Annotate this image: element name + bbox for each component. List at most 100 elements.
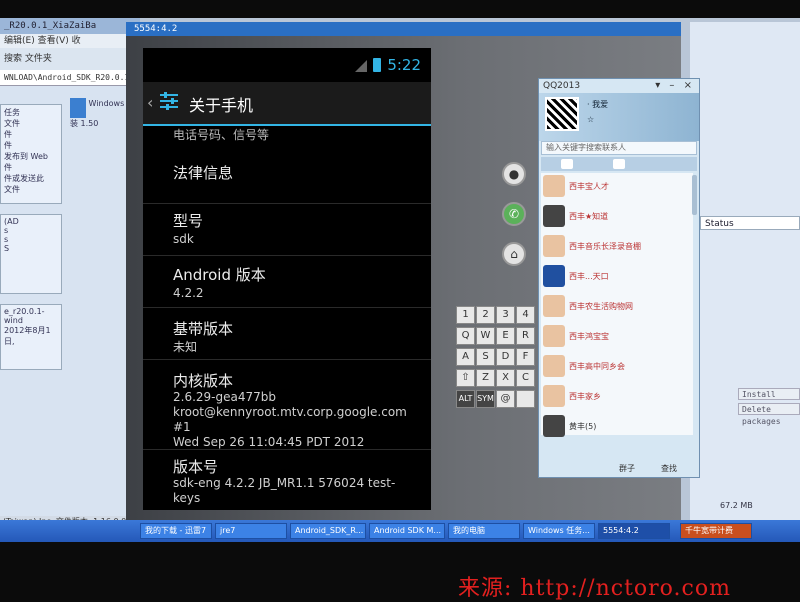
key[interactable] bbox=[516, 390, 535, 408]
qq-contact-list: 西丰宝人才 西丰★知道 西丰音乐长泽录音棚 西丰...天口 西丰农生活购物网 西… bbox=[541, 173, 693, 437]
sym-key[interactable]: SYM bbox=[476, 390, 495, 408]
tab-contacts[interactable] bbox=[561, 159, 573, 169]
key[interactable]: 1 bbox=[456, 306, 475, 324]
call-button[interactable]: ✆ bbox=[502, 202, 526, 226]
at-key[interactable]: @ bbox=[496, 390, 515, 408]
list-item[interactable]: 西丰★知道 bbox=[543, 203, 693, 233]
list-item[interactable]: 西丰...天口 bbox=[543, 263, 693, 293]
contact-name: 西丰★知道 bbox=[569, 212, 609, 221]
contact-name: 西丰...天口 bbox=[569, 272, 609, 281]
android-version-row[interactable]: Android 版本 4.2.2 bbox=[143, 256, 431, 308]
settings-icon[interactable] bbox=[157, 89, 181, 113]
row-title: 法律信息 bbox=[173, 164, 234, 182]
key[interactable]: C bbox=[516, 369, 535, 387]
panel-item[interactable]: 件 bbox=[4, 162, 58, 173]
qr-code-icon[interactable] bbox=[545, 97, 579, 131]
camera-button[interactable]: ● bbox=[502, 162, 526, 186]
key[interactable]: 3 bbox=[496, 306, 515, 324]
explorer-address-bar[interactable]: WNLOAD\Android_SDK_R20.0.1_XiaZaiBa bbox=[0, 70, 173, 86]
panel-item[interactable]: 文件 bbox=[4, 118, 58, 129]
taskbar-item[interactable]: jre7 bbox=[215, 523, 287, 539]
status-info-row[interactable]: 电话号码、信号等 bbox=[173, 126, 269, 143]
panel-item[interactable]: s bbox=[4, 226, 58, 235]
key[interactable]: Z bbox=[476, 369, 495, 387]
emulator-keyboard: 1234 QWER ASDF ⇧ Z X C ALT SYM @ bbox=[456, 306, 540, 411]
qq-title: QQ2013 bbox=[543, 81, 581, 91]
key[interactable]: R bbox=[516, 327, 535, 345]
taskbar-item[interactable]: 我的下载 - 迅雷7 bbox=[140, 523, 212, 539]
key[interactable]: A bbox=[456, 348, 475, 366]
row-title: 内核版本 bbox=[173, 372, 234, 390]
key[interactable]: E bbox=[496, 327, 515, 345]
row-summary: 未知 bbox=[173, 340, 198, 354]
panel-item[interactable]: 发布到 Web bbox=[4, 151, 58, 162]
home-button[interactable]: ⌂ bbox=[502, 242, 526, 266]
qq-window[interactable]: QQ2013 ▾ – × · 我爱 ☆ 输入关键字搜索联系人 西丰宝人才 西丰★… bbox=[538, 78, 700, 478]
panel-item[interactable]: S bbox=[4, 244, 58, 253]
legal-info-row[interactable]: 法律信息 bbox=[143, 144, 431, 204]
list-item[interactable]: 西丰高中同乡会 bbox=[543, 353, 693, 383]
taskbar-item[interactable]: Windows 任务... bbox=[523, 523, 595, 539]
source-watermark: 来源: http://nctoro.com bbox=[458, 576, 731, 601]
taskbar-item[interactable]: Android_SDK_R... bbox=[290, 523, 366, 539]
list-item[interactable]: 西丰宝人才 bbox=[543, 173, 693, 203]
taskbar-item[interactable]: 我的电脑 bbox=[448, 523, 520, 539]
key[interactable]: X bbox=[496, 369, 515, 387]
taskbar-item[interactable]: Android SDK M... bbox=[369, 523, 445, 539]
find-button[interactable]: 查找 bbox=[661, 463, 677, 474]
back-chevron-icon[interactable]: ‹ bbox=[147, 93, 153, 112]
key[interactable]: S bbox=[476, 348, 495, 366]
tab-groups[interactable] bbox=[613, 159, 625, 169]
sdk-manager-window bbox=[690, 22, 800, 522]
file-icon bbox=[70, 98, 86, 118]
details-date: 2012年8月1日, bbox=[4, 326, 51, 346]
list-item[interactable]: 西丰音乐长泽录音棚 bbox=[543, 233, 693, 263]
panel-item[interactable]: 件或发送此 bbox=[4, 173, 58, 184]
explorer-places-panel: (AD s s S bbox=[0, 214, 62, 294]
home-icon: ⌂ bbox=[510, 247, 518, 261]
key[interactable]: 2 bbox=[476, 306, 495, 324]
key[interactable]: Q bbox=[456, 327, 475, 345]
key[interactable]: W bbox=[476, 327, 495, 345]
explorer-toolbar[interactable]: 搜索 文件夹 bbox=[0, 48, 140, 70]
qq-nickname[interactable]: · 我爱 bbox=[587, 99, 608, 110]
kernel-version-row: 内核版本 2.6.29-gea477bb kroot@kennyroot.mtv… bbox=[143, 360, 431, 450]
key[interactable]: D bbox=[496, 348, 515, 366]
qq-signature[interactable]: ☆ bbox=[587, 115, 594, 124]
build-number-row[interactable]: 版本号 sdk-eng 4.2.2 JB_MR1.1 576024 test- … bbox=[143, 450, 431, 510]
avatar bbox=[543, 205, 565, 227]
android-screen[interactable]: 5:22 ‹ 关于手机 电话号码、信号等 法律信息 型号 sdk Android… bbox=[143, 48, 431, 510]
key[interactable]: 4 bbox=[516, 306, 535, 324]
avatar bbox=[543, 175, 565, 197]
avatar bbox=[543, 295, 565, 317]
list-item[interactable]: 黄丰(5) bbox=[543, 413, 693, 443]
list-item[interactable]: 西丰鸿宝宝 bbox=[543, 323, 693, 353]
details-name: e_r20.0.1-wind bbox=[4, 307, 45, 325]
qq-scrollbar[interactable] bbox=[692, 175, 697, 215]
install-packages-button[interactable]: Install packages bbox=[738, 388, 800, 411]
panel-item[interactable]: 件 bbox=[4, 129, 58, 140]
panel-item[interactable]: s bbox=[4, 235, 58, 244]
shift-key[interactable]: ⇧ bbox=[456, 369, 475, 387]
contact-name: 西丰家乡 bbox=[569, 392, 601, 401]
group-button[interactable]: 群子 bbox=[619, 463, 635, 474]
avatar bbox=[543, 235, 565, 257]
panel-item[interactable]: (AD bbox=[4, 217, 58, 226]
list-item[interactable]: 西丰家乡 bbox=[543, 383, 693, 413]
key[interactable]: F bbox=[516, 348, 535, 366]
list-item[interactable]: 西丰农生活购物网 bbox=[543, 293, 693, 323]
row-summary: sdk bbox=[173, 232, 194, 246]
contact-name: 西丰高中同乡会 bbox=[569, 362, 625, 371]
panel-item[interactable]: 文件 bbox=[4, 184, 58, 195]
row-title: 版本号 bbox=[173, 458, 219, 476]
panel-item[interactable]: 任务 bbox=[4, 107, 58, 118]
qq-window-controls[interactable]: ▾ – × bbox=[655, 80, 695, 91]
taskbar-item[interactable]: 千牛宽带计费 bbox=[680, 523, 752, 539]
panel-item[interactable]: 件 bbox=[4, 140, 58, 151]
alt-key[interactable]: ALT bbox=[456, 390, 475, 408]
explorer-menu[interactable]: 编辑(E) 查看(V) 收 bbox=[0, 34, 140, 48]
taskbar-item[interactable]: 5554:4.2 bbox=[598, 523, 670, 539]
qq-search-input[interactable]: 输入关键字搜索联系人 bbox=[541, 141, 697, 155]
sdk-status-column[interactable]: Status bbox=[700, 216, 800, 230]
delete-packages-button[interactable]: Delete packages bbox=[738, 403, 800, 426]
